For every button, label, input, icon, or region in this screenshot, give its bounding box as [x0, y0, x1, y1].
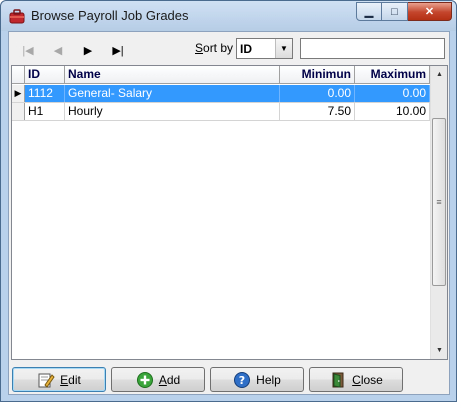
table-row[interactable]: H1 Hourly 7.50 10.00: [12, 103, 430, 121]
help-button-label: Help: [256, 372, 281, 387]
cell-name[interactable]: General- Salary: [65, 85, 280, 102]
close-button-label: Close: [352, 372, 383, 387]
last-record-button[interactable]: ▶|: [107, 41, 129, 59]
sort-by-value: ID: [240, 41, 252, 56]
cell-id[interactable]: 1112: [25, 85, 65, 102]
scroll-down-icon[interactable]: ▼: [431, 342, 448, 359]
title-bar[interactable]: Browse Payroll Job Grades ▁ □ ✕: [1, 1, 456, 31]
close-window-button[interactable]: ✕: [408, 2, 452, 21]
cell-id[interactable]: H1: [25, 103, 65, 120]
window: Browse Payroll Job Grades ▁ □ ✕ |◀ ◀ ▶ ▶…: [0, 0, 457, 402]
add-icon: [136, 371, 153, 388]
previous-record-button[interactable]: ◀: [47, 41, 69, 59]
cell-name[interactable]: Hourly: [65, 103, 280, 120]
row-indicator-header: [12, 66, 25, 83]
minimize-icon: ▁: [364, 6, 374, 18]
grid-header: ID Name Minimun Maximum: [12, 66, 430, 84]
column-header-maximum[interactable]: Maximum: [355, 66, 430, 84]
window-title: Browse Payroll Job Grades: [31, 8, 189, 23]
app-icon: [9, 9, 25, 24]
column-header-id[interactable]: ID: [25, 66, 65, 84]
edit-button-label: Edit: [60, 372, 81, 387]
close-icon: ✕: [424, 6, 435, 18]
scrollbar-thumb[interactable]: ≡: [432, 118, 446, 286]
maximize-icon: □: [391, 5, 398, 18]
previous-icon: ◀: [53, 44, 63, 57]
chevron-down-icon[interactable]: ▼: [275, 39, 292, 58]
client-area: |◀ ◀ ▶ ▶| Sort by ID ▼ ID Name Minimun M…: [8, 31, 450, 395]
scroll-up-icon[interactable]: ▲: [431, 66, 448, 83]
vertical-scrollbar[interactable]: ▲ ≡ ▼: [430, 66, 447, 359]
cell-maximum[interactable]: 10.00: [355, 103, 430, 120]
current-row-indicator-icon: ▶: [12, 85, 25, 102]
cell-minimum[interactable]: 0.00: [280, 85, 355, 102]
row-indicator: [12, 103, 25, 120]
add-button-label: Add: [158, 372, 181, 387]
edit-button[interactable]: Edit: [12, 367, 106, 392]
grid-body: ▶ 1112 General- Salary 0.00 0.00 H1 Hour…: [12, 85, 430, 121]
next-icon: ▶: [83, 44, 93, 57]
column-header-minimum[interactable]: Minimun: [280, 66, 355, 84]
job-grades-grid[interactable]: ID Name Minimun Maximum ▶ 1112 General- …: [11, 65, 448, 360]
first-icon: |◀: [22, 44, 34, 57]
help-icon: ?: [234, 371, 251, 388]
first-record-button[interactable]: |◀: [17, 41, 39, 59]
add-button[interactable]: Add: [111, 367, 205, 392]
minimize-button[interactable]: ▁: [356, 2, 382, 21]
table-row[interactable]: ▶ 1112 General- Salary 0.00 0.00: [12, 85, 430, 103]
search-input[interactable]: [300, 38, 445, 59]
sort-by-label: Sort by: [195, 41, 234, 55]
exit-door-icon: [332, 372, 344, 388]
svg-text:?: ?: [239, 374, 245, 387]
column-header-name[interactable]: Name: [65, 66, 280, 84]
next-record-button[interactable]: ▶: [77, 41, 99, 59]
cell-maximum[interactable]: 0.00: [355, 85, 430, 102]
close-button[interactable]: Close: [309, 367, 403, 392]
cell-minimum[interactable]: 7.50: [280, 103, 355, 120]
edit-icon: [38, 373, 55, 388]
sort-by-select[interactable]: ID ▼: [236, 38, 293, 59]
maximize-button[interactable]: □: [382, 2, 408, 21]
last-icon: ▶|: [112, 44, 124, 57]
help-button[interactable]: ? Help: [210, 367, 304, 392]
